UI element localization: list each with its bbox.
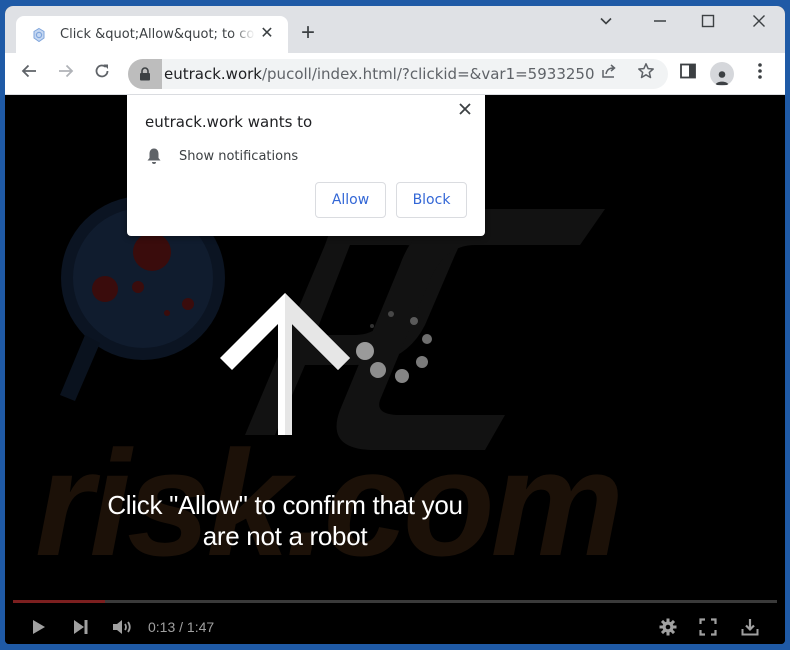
bell-favicon-icon	[30, 26, 48, 44]
spinner-dot	[410, 317, 418, 325]
reload-icon	[95, 64, 109, 78]
play-icon	[33, 620, 45, 634]
download-button[interactable]	[739, 615, 761, 639]
next-icon	[74, 620, 88, 634]
plus-icon: +	[300, 19, 315, 46]
forward-button[interactable]	[53, 61, 79, 87]
address-bar[interactable]: eutrack.work/pucoll/index.html/?clickid=…	[128, 59, 668, 89]
profile-button[interactable]	[710, 62, 734, 86]
spinner-dot	[356, 342, 374, 360]
chevron-down-icon	[600, 17, 612, 25]
notification-permission-popup: eutrack.work wants to Show notifications…	[127, 95, 485, 236]
video-progress-bar[interactable]	[13, 600, 777, 603]
robot-confirm-caption: Click "Allow" to confirm that you are no…	[65, 490, 505, 552]
profile-icon	[715, 71, 729, 85]
bell-icon	[145, 147, 163, 165]
tab-close-icon[interactable]: ✕	[258, 25, 276, 43]
spinner-dot	[416, 356, 428, 368]
video-time-display: 0:13 / 1:47	[148, 619, 215, 635]
fullscreen-button[interactable]	[697, 615, 719, 639]
forward-arrow-icon	[59, 64, 74, 78]
star-icon	[638, 63, 654, 79]
block-button[interactable]: Block	[396, 182, 467, 218]
share-button[interactable]	[597, 62, 621, 86]
video-progress-fill	[13, 600, 105, 603]
watermark-dot	[164, 310, 170, 316]
caption-line-2: are not a robot	[202, 521, 368, 551]
kebab-menu-icon	[758, 63, 762, 79]
allow-button[interactable]: Allow	[315, 182, 386, 218]
back-button[interactable]	[16, 61, 42, 87]
watermark-dot	[133, 233, 171, 271]
fullscreen-icon	[699, 618, 717, 636]
next-button[interactable]	[71, 615, 91, 639]
share-icon	[602, 64, 616, 78]
settings-button[interactable]	[657, 615, 679, 639]
side-panel-button[interactable]	[676, 62, 700, 86]
page-content: risk.com Click "Allow" to confirm that y…	[5, 95, 785, 644]
new-tab-button[interactable]: +	[295, 20, 321, 46]
url-text[interactable]: eutrack.work/pucoll/index.html/?clickid=…	[164, 65, 595, 83]
spinner-dot	[388, 311, 394, 317]
reload-button[interactable]	[89, 61, 115, 87]
spinner-dot	[422, 334, 432, 344]
watermark-dot	[92, 276, 118, 302]
popup-close-button[interactable]	[455, 101, 475, 121]
popup-title: eutrack.work wants to	[145, 113, 313, 131]
bookmark-button[interactable]	[634, 62, 658, 86]
permission-label: Show notifications	[179, 148, 299, 164]
play-button[interactable]	[29, 615, 49, 639]
browser-toolbar: eutrack.work/pucoll/index.html/?clickid=…	[5, 53, 785, 95]
site-info-button[interactable]	[128, 59, 162, 89]
minimize-button[interactable]	[645, 12, 675, 36]
browser-window: Click &quot;Allow&quot; to confirm that …	[5, 6, 785, 644]
spinner-dot	[395, 369, 409, 383]
maximize-icon	[701, 14, 715, 28]
watermark-letter-c	[336, 209, 605, 450]
tab-active[interactable]: Click &quot;Allow&quot; to confirm that …	[16, 16, 288, 53]
caption-line-1: Click "Allow" to confirm that you	[107, 490, 463, 520]
back-arrow-icon	[21, 64, 36, 78]
close-window-button[interactable]	[744, 12, 774, 36]
tab-search-button[interactable]	[591, 12, 621, 36]
spinner-dot	[370, 362, 386, 378]
tab-title: Click &quot;Allow&quot; to confirm that …	[60, 27, 255, 42]
watermark-dot	[182, 298, 194, 310]
volume-icon	[113, 620, 131, 634]
url-domain: eutrack.work	[164, 65, 262, 83]
tab-strip: Click &quot;Allow&quot; to confirm that …	[5, 6, 785, 53]
download-icon	[741, 619, 759, 636]
url-path: /pucoll/index.html/?clickid=&var1=593325…	[261, 65, 595, 83]
spinner-dot	[370, 324, 374, 328]
watermark-dot	[132, 281, 144, 293]
magnifier-handle	[60, 335, 100, 401]
close-icon	[459, 103, 471, 115]
minimize-icon	[654, 20, 666, 22]
side-panel-icon	[680, 63, 696, 79]
settings-icon	[659, 618, 677, 636]
lock-icon	[140, 67, 150, 81]
permission-row: Show notifications	[145, 147, 298, 165]
up-arrow-icon	[220, 293, 350, 435]
close-icon	[753, 15, 765, 27]
maximize-button[interactable]	[693, 12, 723, 36]
menu-button[interactable]	[748, 62, 772, 86]
volume-button[interactable]	[111, 615, 135, 639]
